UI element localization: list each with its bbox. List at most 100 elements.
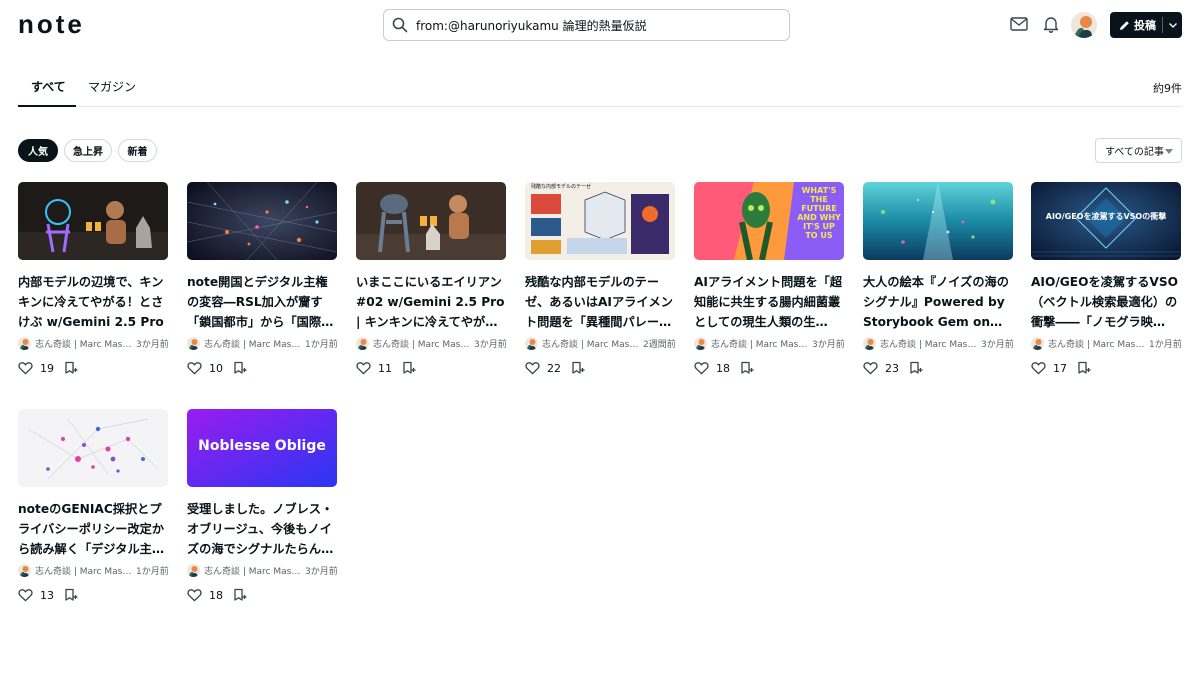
article-thumbnail[interactable]: Noblesse Oblige xyxy=(187,409,337,487)
article-title[interactable]: AIO/GEOを凌駕するVSO（ベクトル検索最適化）の衝撃――「ノモグラ映え」… xyxy=(1031,272,1183,332)
heart-icon[interactable] xyxy=(863,361,878,375)
article-card[interactable]: Noblesse Oblige 受理しました。ノブレス・オブリージュ、今後もノイ… xyxy=(187,409,339,619)
add-to-magazine-icon[interactable] xyxy=(1077,361,1091,375)
post-menu-toggle[interactable] xyxy=(1163,12,1182,38)
article-actions: 11 xyxy=(356,360,416,376)
article-title[interactable]: 残酷な内部モデルのテーゼ、あるいはAIアライメント問題を「異種間パレー… xyxy=(525,272,677,332)
article-card[interactable]: 残酷な内部モデルのテーゼ 残酷な内部モデルのテーゼ、あるいはAIアライメント問題… xyxy=(525,182,677,392)
thumbnail-caption: WHAT'S THE FUTURE AND WHY IT'S UP TO US xyxy=(797,186,841,240)
publish-time: 3か月前 xyxy=(812,339,845,350)
author-avatar[interactable] xyxy=(356,336,369,350)
add-to-magazine-icon[interactable] xyxy=(740,361,754,375)
article-actions: 22 xyxy=(525,360,585,376)
author-name[interactable]: 志ん奇談 | Marc Mas… xyxy=(542,337,640,350)
heart-icon[interactable] xyxy=(187,588,202,602)
note-logo[interactable]: note xyxy=(18,9,85,39)
sort-select[interactable]: すべての記事 xyxy=(1095,138,1182,163)
publish-time: 3か月前 xyxy=(474,339,507,350)
bell-icon[interactable] xyxy=(1041,14,1061,34)
author-avatar[interactable] xyxy=(18,563,31,577)
heart-icon[interactable] xyxy=(356,361,371,375)
thumbnail-caption: AIO/GEOを凌駕するVSOの衝撃 xyxy=(1045,212,1167,221)
author-avatar[interactable] xyxy=(187,336,200,350)
article-title[interactable]: note開国とデジタル主権の変容―RSL加入が齎す「鎖国都市」から「国際連… xyxy=(187,272,339,332)
article-card[interactable]: noteのGENIAC採択とプライバシーポリシー改定から読み解く「デジタル主… … xyxy=(18,409,170,619)
thumbnail-caption: 残酷な内部モデルのテーゼ xyxy=(531,184,592,190)
heart-icon[interactable] xyxy=(18,361,33,375)
article-meta: 志ん奇談 | Marc Mas… 1か月前 xyxy=(18,563,170,577)
article-title[interactable]: 大人の絵本『ノイズの海のシグナル』Powered by Storybook Ge… xyxy=(863,272,1015,332)
article-thumbnail[interactable] xyxy=(356,182,506,260)
post-main[interactable]: 投稿 xyxy=(1110,12,1162,38)
article-thumbnail[interactable] xyxy=(187,182,337,260)
article-thumbnail[interactable]: WHAT'S THE FUTURE AND WHY IT'S UP TO US xyxy=(694,182,844,260)
mail-icon[interactable] xyxy=(1009,14,1029,34)
logo-text: note xyxy=(18,9,85,39)
tab-all[interactable]: すべて xyxy=(18,78,76,107)
post-button[interactable]: 投稿 xyxy=(1110,12,1182,38)
heart-icon[interactable] xyxy=(1031,361,1046,375)
article-card[interactable]: note開国とデジタル主権の変容―RSL加入が齎す「鎖国都市」から「国際連… 志… xyxy=(187,182,339,392)
article-card[interactable]: WHAT'S THE FUTURE AND WHY IT'S UP TO US … xyxy=(694,182,846,392)
author-name[interactable]: 志ん奇談 | Marc Mas… xyxy=(204,564,302,577)
article-meta: 志ん奇談 | Marc Mas… 3か月前 xyxy=(187,563,339,577)
author-avatar[interactable] xyxy=(694,336,707,350)
author-avatar[interactable] xyxy=(187,563,200,577)
add-to-magazine-icon[interactable] xyxy=(571,361,585,375)
add-to-magazine-icon[interactable] xyxy=(64,588,78,602)
heart-icon[interactable] xyxy=(18,588,33,602)
like-count: 23 xyxy=(885,361,899,375)
article-card[interactable]: いまここにいるエイリアン #02 w/Gemini 2.5 Pro | キンキン… xyxy=(356,182,508,392)
article-meta: 志ん奇談 | Marc Mas… 3か月前 xyxy=(18,336,170,350)
article-meta: 志ん奇談 | Marc Mas… 2週間前 xyxy=(525,336,677,350)
author-name[interactable]: 志ん奇談 | Marc Mas… xyxy=(204,337,302,350)
author-name[interactable]: 志ん奇談 | Marc Mas… xyxy=(880,337,978,350)
article-title[interactable]: いまここにいるエイリアン #02 w/Gemini 2.5 Pro | キンキン… xyxy=(356,272,508,332)
publish-time: 3か月前 xyxy=(305,566,338,577)
heart-icon[interactable] xyxy=(187,361,202,375)
author-name[interactable]: 志ん奇談 | Marc Mas… xyxy=(373,337,471,350)
article-title[interactable]: noteのGENIAC採択とプライバシーポリシー改定から読み解く「デジタル主… xyxy=(18,499,170,559)
add-to-magazine-icon[interactable] xyxy=(233,361,247,375)
article-title[interactable]: AIアライメント問題を「超知能に共生する腸内細菌叢としての現生人類の生… xyxy=(694,272,846,332)
top-header: note from:@harunoriyukamu 論理的熱量仮説 投稿 xyxy=(0,0,1200,50)
author-avatar[interactable] xyxy=(525,336,538,350)
article-thumbnail[interactable] xyxy=(863,182,1013,260)
like-count: 18 xyxy=(209,588,223,602)
author-avatar[interactable] xyxy=(1031,336,1044,350)
filter-popular[interactable]: 人気 xyxy=(18,139,58,162)
author-avatar[interactable] xyxy=(18,336,31,350)
search-input[interactable]: from:@harunoriyukamu 論理的熱量仮説 xyxy=(383,9,790,41)
article-meta: 志ん奇談 | Marc Mas… 3か月前 xyxy=(356,336,508,350)
like-count: 10 xyxy=(209,361,223,375)
article-title[interactable]: 内部モデルの辺境で、キンキンに冷えてやがる！とさけぶ w/Gemini 2.5 … xyxy=(18,272,170,332)
article-thumbnail[interactable]: 残酷な内部モデルのテーゼ xyxy=(525,182,675,260)
article-thumbnail[interactable] xyxy=(18,182,168,260)
author-avatar[interactable] xyxy=(863,336,876,350)
publish-time: 2週間前 xyxy=(643,339,676,350)
article-title[interactable]: 受理しました。ノブレス・オブリージュ、今後もノイズの海でシグナルたらんこ… xyxy=(187,499,339,559)
article-card[interactable]: 大人の絵本『ノイズの海のシグナル』Powered by Storybook Ge… xyxy=(863,182,1015,392)
filter-new[interactable]: 新着 xyxy=(118,139,157,162)
user-avatar[interactable] xyxy=(1071,12,1097,38)
dropdown-caret-icon xyxy=(1165,149,1173,154)
add-to-magazine-icon[interactable] xyxy=(64,361,78,375)
add-to-magazine-icon[interactable] xyxy=(909,361,923,375)
filter-trending[interactable]: 急上昇 xyxy=(64,139,112,162)
add-to-magazine-icon[interactable] xyxy=(233,588,247,602)
add-to-magazine-icon[interactable] xyxy=(402,361,416,375)
publish-time: 1か月前 xyxy=(1149,339,1182,350)
article-thumbnail[interactable] xyxy=(18,409,168,487)
author-name[interactable]: 志ん奇談 | Marc Mas… xyxy=(35,337,133,350)
article-thumbnail[interactable]: AIO/GEOを凌駕するVSOの衝撃 xyxy=(1031,182,1181,260)
tab-magazine[interactable]: マガジン xyxy=(88,78,136,107)
result-count: 約9件 xyxy=(1153,82,1182,95)
author-name[interactable]: 志ん奇談 | Marc Mas… xyxy=(711,337,809,350)
author-name[interactable]: 志ん奇談 | Marc Mas… xyxy=(1048,337,1146,350)
article-card[interactable]: AIO/GEOを凌駕するVSOの衝撃 AIO/GEOを凌駕するVSO（ベクトル検… xyxy=(1031,182,1183,392)
article-card[interactable]: 内部モデルの辺境で、キンキンに冷えてやがる！とさけぶ w/Gemini 2.5 … xyxy=(18,182,170,392)
heart-icon[interactable] xyxy=(694,361,709,375)
author-name[interactable]: 志ん奇談 | Marc Mas… xyxy=(35,564,133,577)
search-icon xyxy=(392,17,408,33)
heart-icon[interactable] xyxy=(525,361,540,375)
